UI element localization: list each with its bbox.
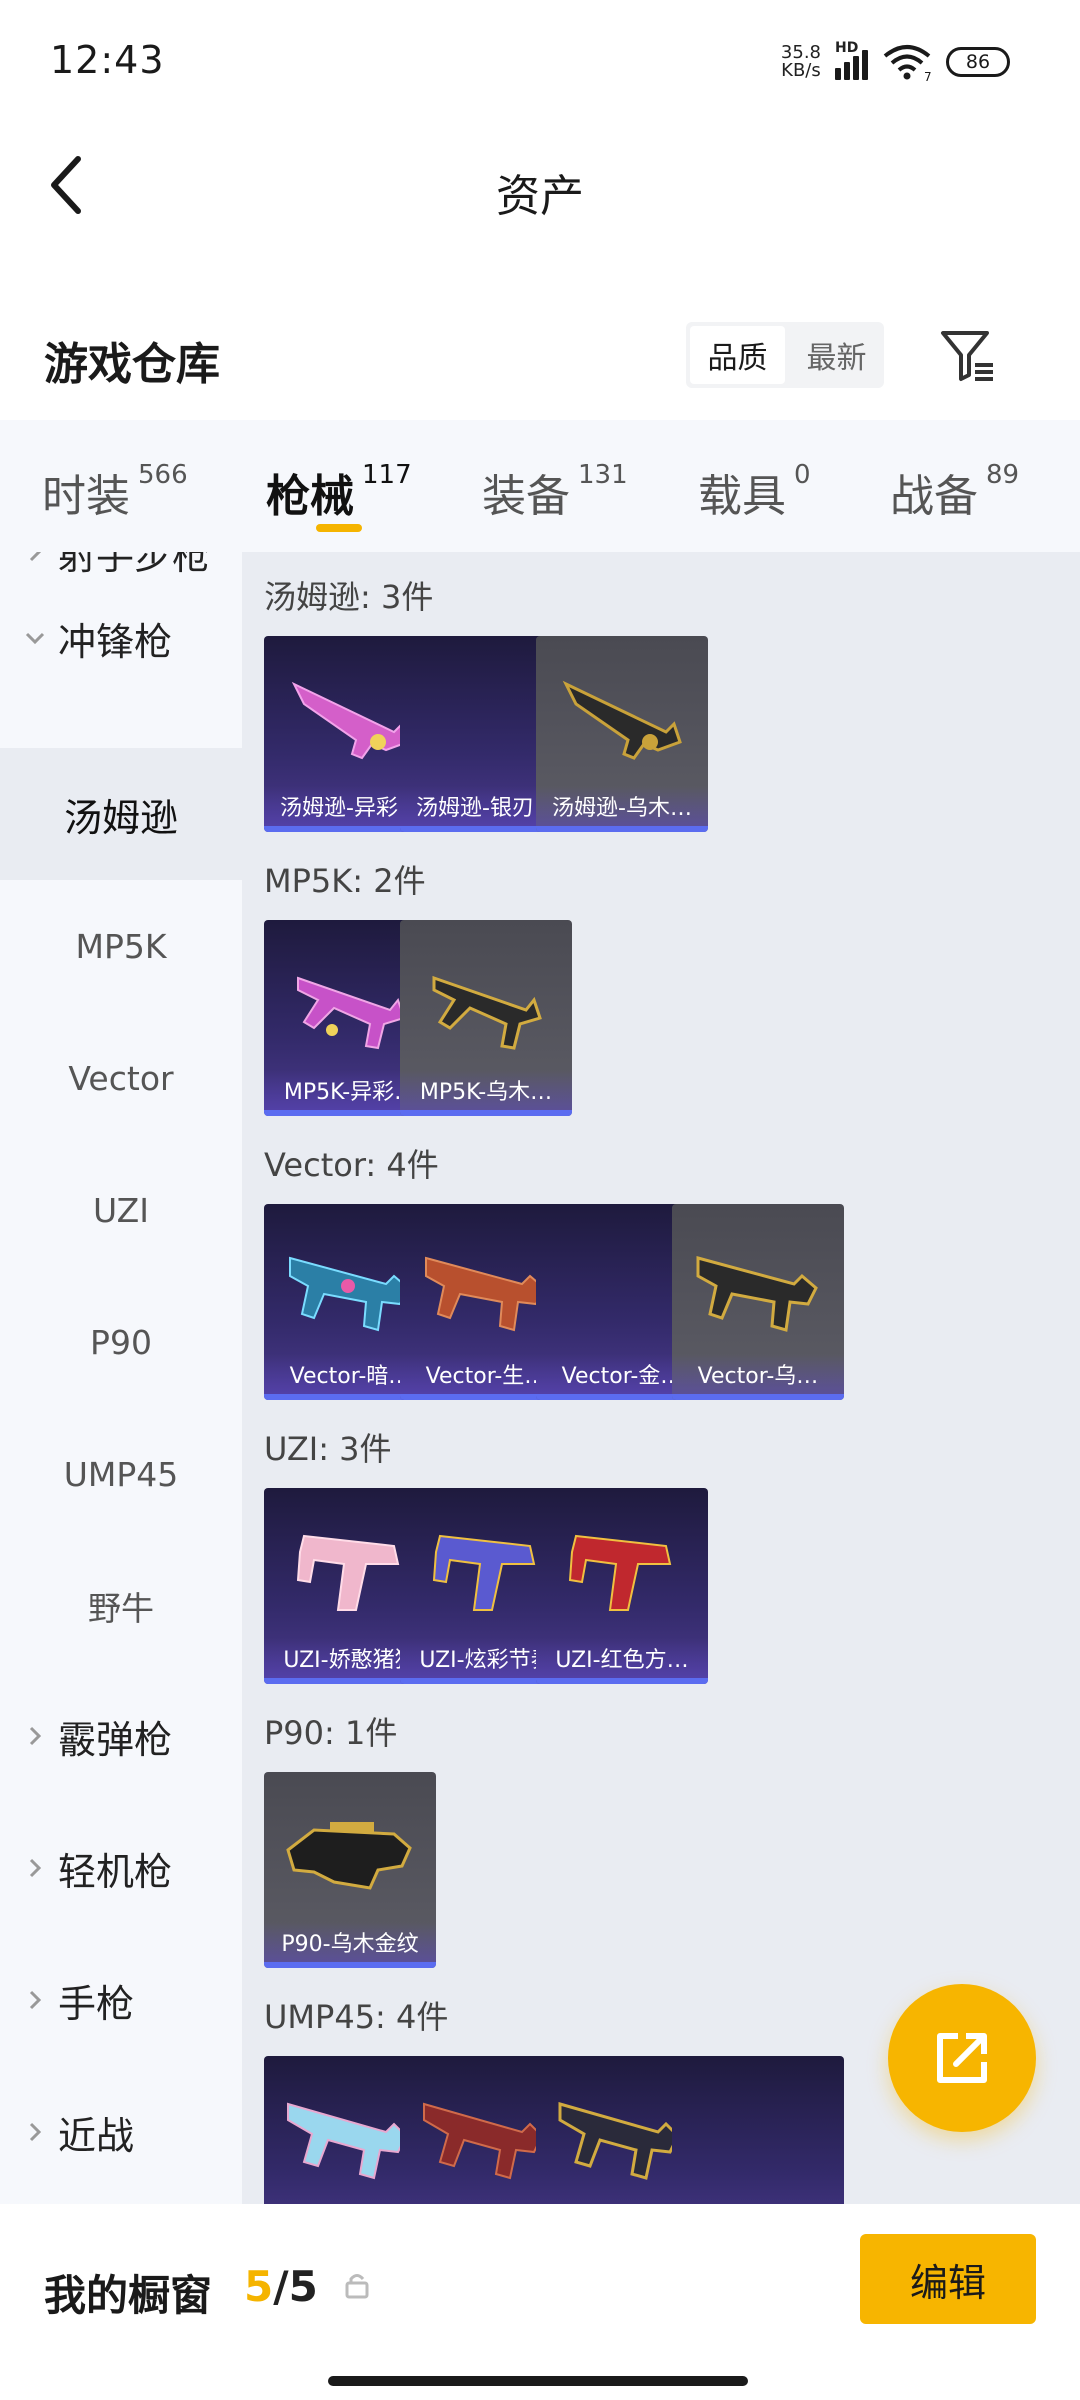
showcase-label: 我的橱窗 xyxy=(44,2271,213,2320)
svg-text:7: 7 xyxy=(924,70,932,82)
chevron-right-icon xyxy=(24,552,46,563)
chevron-right-icon xyxy=(24,2121,46,2143)
sort-newest-button[interactable]: 最新 xyxy=(789,322,884,388)
filter-icon xyxy=(941,331,993,381)
tab-weapons[interactable]: 枪械 117 xyxy=(266,460,412,524)
status-time: 12:43 xyxy=(50,38,165,82)
sidebar-item-ump45[interactable]: UMP45 xyxy=(0,1408,242,1540)
group-title-mp5k: MP5K: 2件 xyxy=(264,862,426,900)
hd-label: HD xyxy=(835,40,859,56)
wifi-icon: 7 xyxy=(883,45,932,82)
tab-outfits[interactable]: 时装 566 xyxy=(42,460,188,524)
sidebar-item-vector[interactable]: Vector xyxy=(0,1012,242,1144)
sidebar-group-pistol[interactable]: 手枪 xyxy=(0,1944,242,2056)
status-bar: 12:43 35.8 KB/s HD 7 86 xyxy=(0,0,1080,120)
sidebar-item-mp5k[interactable]: MP5K xyxy=(0,880,242,1012)
page-title: 资产 xyxy=(496,171,584,222)
chevron-down-icon xyxy=(24,627,46,649)
sort-quality-button[interactable]: 品质 xyxy=(690,326,785,384)
group-title-ump45: UMP45: 4件 xyxy=(264,1998,449,2036)
group-title-uzi: UZI: 3件 xyxy=(264,1430,392,1468)
skin-card[interactable] xyxy=(672,2056,844,2204)
skin-card[interactable]: P90-乌木金纹 xyxy=(264,1772,436,1968)
tab-equipment[interactable]: 装备 131 xyxy=(482,460,628,524)
p90-skin-image xyxy=(286,1822,412,1890)
weapon-grid: 汤姆逊: 3件 汤姆逊-异彩… 汤姆逊-银刃… 汤姆逊-乌木… MP5K: 2件… xyxy=(242,552,1080,2204)
sidebar-item-thompson[interactable]: 汤姆逊 xyxy=(0,748,242,880)
tab-supplies[interactable]: 战备 89 xyxy=(890,460,1019,524)
sidebar-group-shotgun[interactable]: 霰弹枪 xyxy=(0,1680,242,1792)
group-title-thompson: 汤姆逊: 3件 xyxy=(264,578,434,616)
group-title-vector: Vector: 4件 xyxy=(264,1146,439,1184)
sidebar-group-dmr[interactable]: 射手步枪 xyxy=(0,552,242,582)
sidebar-group-lmg[interactable]: 轻机枪 xyxy=(0,1812,242,1924)
chevron-right-icon xyxy=(24,1725,46,1747)
app-header: 资产 xyxy=(0,130,1080,240)
share-fab-button[interactable] xyxy=(888,1984,1036,2132)
uzi-skin-image xyxy=(568,1534,672,1611)
lock-icon xyxy=(345,2274,369,2299)
skin-card[interactable]: UZI-红色方… xyxy=(536,1488,708,1684)
sidebar-item-uzi[interactable]: UZI xyxy=(0,1144,242,1276)
thompson-skin-image xyxy=(562,680,682,760)
edit-button[interactable]: 编辑 xyxy=(860,2234,1036,2324)
showcase-bar: 我的橱窗 5/5 编辑 xyxy=(0,2204,1080,2400)
group-title-p90: P90: 1件 xyxy=(264,1714,398,1752)
share-external-icon xyxy=(937,2033,987,2083)
skin-card[interactable]: MP5K-乌木… xyxy=(400,920,572,1116)
chevron-right-icon xyxy=(24,1989,46,2011)
tab-vehicles[interactable]: 载具 0 xyxy=(698,460,811,524)
status-indicators: 35.8 KB/s HD 7 86 xyxy=(781,40,1010,84)
cell-signal-icon: HD xyxy=(835,40,868,80)
vector-skin-image xyxy=(696,1256,818,1332)
sidebar-group-melee[interactable]: 近战 xyxy=(0,2076,242,2188)
sort-toggle: 品质 最新 xyxy=(686,322,884,388)
sidebar-item-p90[interactable]: P90 xyxy=(0,1276,242,1408)
weapon-category-sidebar: 射手步枪 冲锋枪 汤姆逊 MP5K Vector UZI P90 UMP45 野… xyxy=(0,552,242,2204)
showcase-count: 5/5 xyxy=(244,2262,318,2311)
chevron-right-icon xyxy=(24,1857,46,1879)
network-speed: 35.8 KB/s xyxy=(780,42,821,81)
battery-icon: 86 xyxy=(946,47,1010,77)
active-tab-indicator xyxy=(316,524,362,532)
category-tabs: 时装 566 枪械 117 装备 131 载具 0 战备 89 xyxy=(0,420,1080,552)
sidebar-group-smg[interactable]: 冲锋枪 xyxy=(0,582,242,694)
mp5k-skin-image xyxy=(432,975,542,1050)
warehouse-title: 游戏仓库 xyxy=(44,339,220,390)
skin-card[interactable]: 汤姆逊-乌木… xyxy=(536,636,708,832)
home-indicator[interactable] xyxy=(328,2376,748,2386)
skin-card[interactable]: Vector-乌… xyxy=(672,1204,844,1400)
sidebar-item-bizon[interactable]: 野牛 xyxy=(0,1540,242,1672)
filter-button[interactable] xyxy=(932,320,1002,390)
